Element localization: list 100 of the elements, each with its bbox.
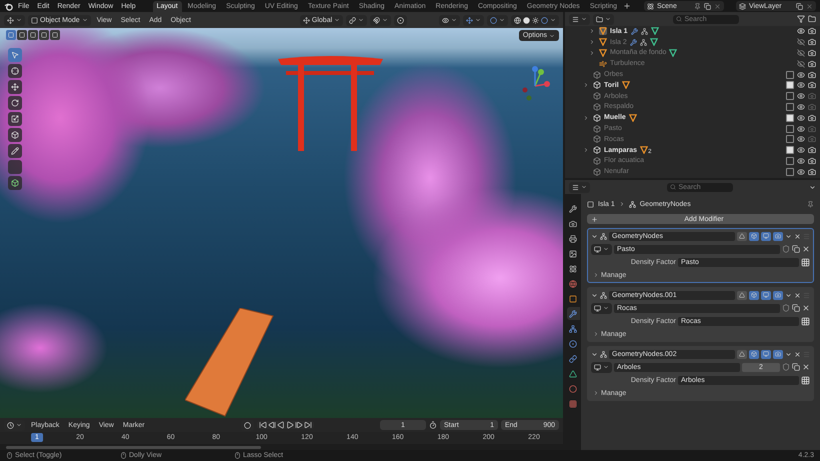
checkbox[interactable]: [786, 146, 794, 154]
pin-icon[interactable]: [694, 2, 701, 10]
eye-icon[interactable]: [797, 146, 805, 154]
caret-icon[interactable]: [785, 292, 792, 298]
viewport-toggle[interactable]: [761, 350, 771, 358]
chevron-icon: [618, 201, 625, 207]
attribute-toggle-icon[interactable]: [801, 258, 810, 266]
eye-icon[interactable]: [797, 70, 805, 79]
render-toggle[interactable]: [773, 290, 783, 300]
node-group-browse-button[interactable]: [591, 244, 612, 254]
cage-toggle[interactable]: [749, 290, 759, 300]
viewport-toggle[interactable]: [761, 290, 771, 300]
select-new-button[interactable]: [6, 30, 16, 40]
cage-toggle[interactable]: [749, 232, 759, 240]
snap-button[interactable]: [370, 14, 392, 26]
eye-icon[interactable]: [797, 81, 805, 90]
overlay-button[interactable]: [487, 14, 508, 26]
cage-toggle[interactable]: [749, 350, 759, 358]
checkbox[interactable]: [786, 135, 794, 144]
render-toggle[interactable]: [773, 232, 783, 240]
collection-icon: [593, 92, 601, 100]
copy-icon[interactable]: [792, 304, 800, 312]
filter-icon[interactable]: [797, 15, 805, 23]
checkbox[interactable]: [786, 102, 794, 111]
eye-icon[interactable]: [797, 124, 805, 133]
checkbox[interactable]: [786, 168, 794, 176]
node-group-browse-button[interactable]: [591, 362, 612, 372]
display-mode-button[interactable]: [569, 14, 590, 24]
attribute-toggle-icon[interactable]: [801, 376, 810, 384]
caret-icon[interactable]: [785, 350, 792, 358]
checkbox[interactable]: [786, 114, 794, 122]
gizmo-icon: [466, 16, 473, 24]
editor-type-button[interactable]: [569, 182, 590, 192]
caret-icon[interactable]: [809, 184, 816, 190]
eye-icon[interactable]: [797, 168, 805, 176]
rotate-tool-button[interactable]: [8, 96, 22, 110]
checkbox[interactable]: [786, 70, 794, 79]
square-icon: [41, 32, 47, 38]
eye-icon[interactable]: [797, 102, 805, 111]
select-tool-button[interactable]: [8, 48, 22, 62]
eye-icon[interactable]: [797, 92, 805, 100]
edit-mode-toggle[interactable]: [737, 232, 747, 240]
add-cube-tool-button[interactable]: [8, 176, 22, 190]
play-reverse-icon[interactable]: [277, 421, 285, 429]
select-invert-button[interactable]: [39, 30, 49, 40]
copy-icon[interactable]: [792, 363, 800, 371]
caret-icon[interactable]: [785, 232, 792, 240]
select-intersect-button[interactable]: [50, 30, 60, 40]
next-keyframe-icon[interactable]: [295, 421, 303, 429]
caret-icon: [382, 17, 388, 23]
properties-tab[interactable]: [566, 307, 580, 320]
edit-mode-toggle[interactable]: [737, 290, 747, 300]
checkbox[interactable]: [786, 92, 794, 100]
blender-logo-icon[interactable]: [4, 2, 13, 10]
jump-start-icon[interactable]: [259, 421, 267, 429]
select-subtract-button[interactable]: [28, 30, 38, 40]
copy-icon[interactable]: [704, 2, 711, 10]
fake-user-icon[interactable]: [782, 363, 790, 371]
proportional-button[interactable]: [394, 14, 408, 26]
move-tool-button[interactable]: [8, 80, 22, 94]
eye-icon[interactable]: [797, 156, 805, 165]
checkbox[interactable]: [786, 124, 794, 133]
edit-mode-toggle[interactable]: [737, 350, 747, 358]
shading-buttons[interactable]: [511, 14, 559, 26]
checkbox[interactable]: [786, 81, 794, 90]
node-group-browse-button[interactable]: [591, 302, 612, 314]
mesh-triangle-icon: [669, 48, 678, 57]
viewport-toggle[interactable]: [761, 232, 771, 240]
cursor-tool-button[interactable]: [8, 64, 22, 78]
render-toggle[interactable]: [773, 350, 783, 358]
jump-end-icon[interactable]: [304, 421, 312, 429]
prev-keyframe-icon[interactable]: [268, 421, 276, 429]
visibility-toggle[interactable]: [797, 38, 805, 46]
wrench-icon: [569, 310, 577, 318]
eye-icon[interactable]: [797, 114, 805, 122]
visibility-toggle[interactable]: [797, 60, 805, 68]
chevron-icon: [593, 390, 599, 396]
pivot-button[interactable]: [346, 14, 368, 26]
attribute-toggle-icon[interactable]: [801, 316, 810, 326]
scrollbar-thumb[interactable]: [6, 446, 261, 448]
checkbox[interactable]: [786, 156, 794, 165]
copy-icon[interactable]: [796, 2, 803, 10]
play-icon[interactable]: [286, 421, 294, 429]
pin-icon[interactable]: [807, 200, 814, 208]
eye-icon[interactable]: [797, 135, 805, 144]
stopwatch-icon[interactable]: [429, 421, 437, 429]
visibility-button[interactable]: [439, 14, 460, 26]
editor-type-button[interactable]: [4, 14, 25, 26]
visibility-toggle[interactable]: [797, 48, 805, 57]
select-extend-button[interactable]: [17, 30, 27, 40]
fake-user-icon[interactable]: [782, 304, 790, 312]
scale-tool-button[interactable]: [8, 112, 22, 126]
add-icon[interactable]: [623, 2, 632, 10]
new-collection-icon[interactable]: [808, 15, 816, 23]
filter-dropdown[interactable]: [593, 14, 614, 24]
fake-user-icon[interactable]: [782, 245, 790, 253]
annotate-tool-button[interactable]: [8, 144, 22, 158]
copy-icon[interactable]: [792, 245, 800, 253]
transform-tool-button[interactable]: [8, 128, 22, 142]
gizmo-button[interactable]: [463, 14, 484, 26]
